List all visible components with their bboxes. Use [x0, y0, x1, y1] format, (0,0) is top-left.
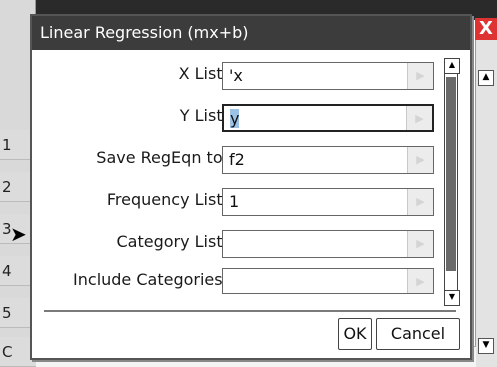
frequency-list-label: Frequency List: — [106, 190, 228, 209]
frequency-list-value: 1 — [229, 192, 240, 211]
x-list-dropdown-button[interactable]: ▶ — [407, 63, 433, 89]
cancel-button[interactable]: Cancel — [376, 318, 460, 350]
chevron-right-icon: ▶ — [416, 195, 425, 208]
linear-regression-dialog: Linear Regression (mx+b) X List: 'x ▶ Y … — [30, 14, 472, 360]
save-regeqn-dropdown-button[interactable]: ▶ — [407, 147, 433, 173]
frequency-list-dropdown-button[interactable]: ▶ — [407, 189, 433, 215]
y-list-row: Y List: y ▶ — [32, 102, 442, 132]
scroll-down-icon[interactable]: ▼ — [478, 338, 494, 354]
category-list-label: Category List: — [116, 232, 228, 251]
include-categories-dropdown-button[interactable]: ▶ — [407, 269, 433, 293]
chevron-right-icon: ▶ — [416, 275, 425, 288]
frequency-list-row: Frequency List: 1 ▶ — [32, 186, 442, 216]
save-regeqn-value: f2 — [229, 150, 245, 169]
dialog-scrollbar[interactable]: ▲ ▼ — [444, 58, 460, 306]
include-categories-row: Include Categories: ▶ — [32, 266, 442, 296]
x-list-field[interactable]: 'x ▶ — [222, 62, 434, 90]
include-categories-label: Include Categories: — [73, 270, 228, 289]
category-list-field[interactable]: ▶ — [222, 230, 434, 258]
chevron-right-icon: ▶ — [416, 237, 425, 250]
scroll-up-icon[interactable]: ▲ — [478, 70, 494, 86]
chevron-right-icon: ▶ — [415, 112, 424, 125]
category-list-dropdown-button[interactable]: ▶ — [407, 231, 433, 257]
y-list-label: Y List: — [179, 106, 228, 125]
background-right-scrollbar[interactable]: ▲ ▼ — [475, 20, 497, 367]
frequency-list-field[interactable]: 1 ▶ — [222, 188, 434, 216]
x-list-row: X List: 'x ▶ — [32, 60, 442, 90]
include-categories-field[interactable]: ▶ — [222, 268, 434, 294]
scrollbar-thumb[interactable] — [446, 77, 456, 271]
x-list-value: 'x — [229, 66, 243, 85]
save-regeqn-row: Save RegEqn to: f2 ▶ — [32, 144, 442, 174]
y-list-value: y — [230, 109, 240, 128]
save-regeqn-field[interactable]: f2 ▶ — [222, 146, 434, 174]
dialog-divider — [44, 310, 456, 312]
chevron-right-icon: ▶ — [416, 69, 425, 82]
close-icon[interactable]: X — [475, 18, 497, 40]
category-list-row: Category List: ▶ — [32, 228, 442, 258]
y-list-field[interactable]: y ▶ — [222, 104, 434, 132]
mouse-pointer-icon: ➤ — [10, 222, 27, 246]
save-regeqn-label: Save RegEqn to: — [96, 148, 228, 167]
scroll-up-icon[interactable]: ▲ — [444, 58, 460, 74]
x-list-label: X List: — [178, 64, 228, 83]
chevron-right-icon: ▶ — [416, 153, 425, 166]
scroll-down-icon[interactable]: ▼ — [444, 290, 460, 306]
y-list-dropdown-button[interactable]: ▶ — [406, 106, 432, 130]
ok-button[interactable]: OK — [338, 318, 372, 350]
dialog-title: Linear Regression (mx+b) — [32, 16, 470, 50]
